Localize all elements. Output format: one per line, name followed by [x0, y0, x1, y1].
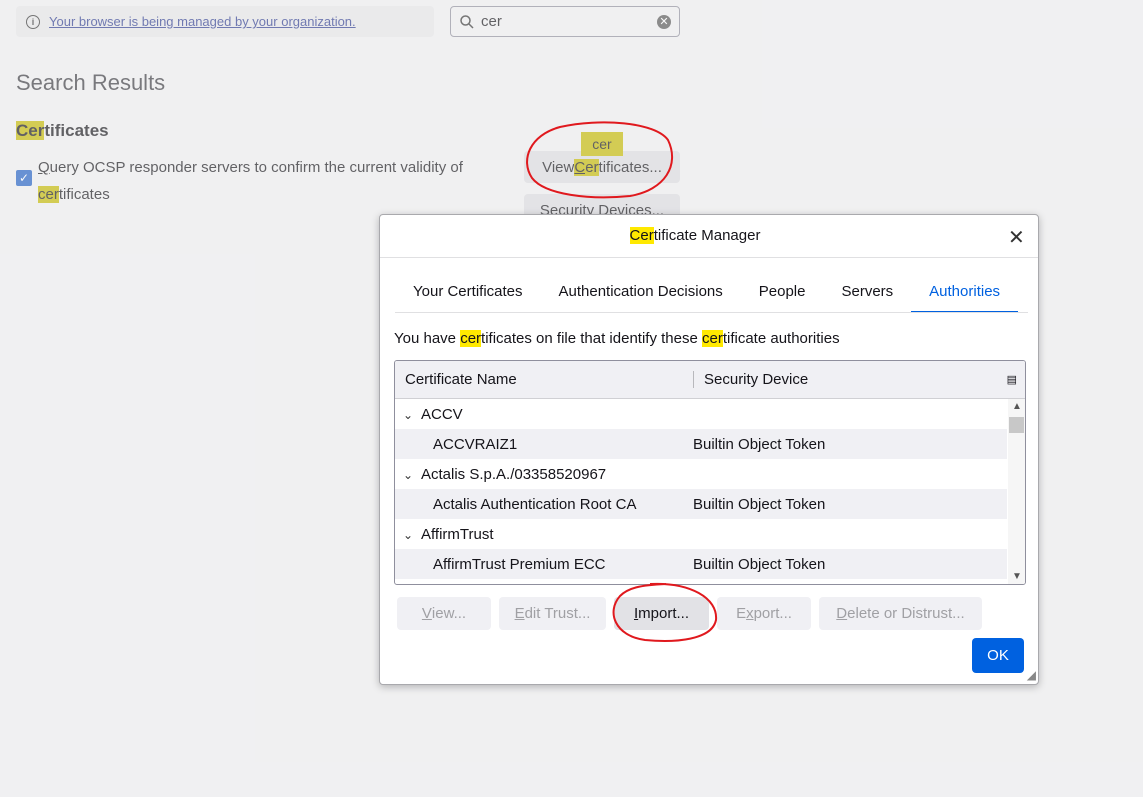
authorities-description: You have certificates on file that ident… [394, 330, 840, 347]
scroll-up-icon[interactable]: ▲ [1012, 401, 1022, 412]
row-name: AffirmTrust [421, 525, 494, 543]
close-icon[interactable]: ✕ [1008, 225, 1025, 250]
column-picker-icon[interactable]: ▤ [1007, 373, 1017, 386]
tab-servers[interactable]: Servers [823, 277, 911, 313]
tree-row-group[interactable]: ⌄ ACCV [395, 399, 1007, 429]
divider [395, 312, 1028, 313]
column-header-device[interactable]: Security Device [694, 371, 1025, 388]
tree-row[interactable]: ACCVRAIZ1 Builtin Object Token [395, 429, 1007, 459]
scrollbar[interactable]: ▲ ▼ [1008, 399, 1025, 584]
row-name: ACCVRAIZ1 [433, 435, 518, 453]
tab-your-certificates[interactable]: Your Certificates [395, 277, 541, 313]
divider [380, 257, 1038, 258]
row-device: Builtin Object Token [693, 495, 826, 513]
chevron-down-icon[interactable]: ⌄ [395, 468, 421, 482]
view-button[interactable]: View... [397, 597, 491, 630]
ok-button[interactable]: OK [972, 638, 1024, 673]
tree-header: Certificate Name Security Device ▤ [395, 361, 1025, 399]
tab-bar: Your Certificates Authentication Decisio… [395, 277, 1030, 313]
row-device: Builtin Object Token [693, 435, 826, 453]
edit-trust-button[interactable]: Edit Trust... [499, 597, 606, 630]
dialog-title: Certificate Manager [629, 227, 761, 244]
tree-row[interactable]: AffirmTrust Premium ECC Builtin Object To… [395, 549, 1007, 579]
scroll-down-icon[interactable]: ▼ [1012, 571, 1022, 582]
tree-row-group[interactable]: ⌄ Actalis S.p.A./03358520967 [395, 459, 1007, 489]
row-name: Actalis Authentication Root CA [433, 495, 637, 513]
chevron-down-icon[interactable]: ⌄ [395, 408, 421, 422]
import-button[interactable]: Import... [614, 597, 709, 630]
scrollbar-thumb[interactable] [1009, 417, 1024, 433]
row-name: ACCV [421, 405, 463, 423]
tree-row-group[interactable]: ⌄ AffirmTrust [395, 519, 1007, 549]
delete-or-distrust-button[interactable]: Delete or Distrust... [819, 597, 982, 630]
row-name: AffirmTrust Premium ECC [433, 555, 606, 573]
row-name: Actalis S.p.A./03358520967 [421, 465, 607, 483]
tab-people[interactable]: People [741, 277, 824, 313]
column-header-name[interactable]: Certificate Name [395, 371, 694, 388]
certificate-tree[interactable]: Certificate Name Security Device ▤ ⌄ ACCV… [394, 360, 1026, 585]
resize-grip-icon[interactable]: ◢ [1027, 668, 1036, 682]
export-button[interactable]: Ex port... [717, 597, 811, 630]
row-device: Builtin Object Token [693, 555, 826, 573]
chevron-down-icon[interactable]: ⌄ [395, 528, 421, 542]
tree-row[interactable]: Actalis Authentication Root CA Builtin Ob… [395, 489, 1007, 519]
tab-authentication-decisions[interactable]: Authentication Decisions [541, 277, 741, 313]
certificate-manager-dialog: Certificate Manager ✕ Your Certificates … [379, 214, 1039, 685]
tab-authorities[interactable]: Authorities [911, 277, 1019, 313]
